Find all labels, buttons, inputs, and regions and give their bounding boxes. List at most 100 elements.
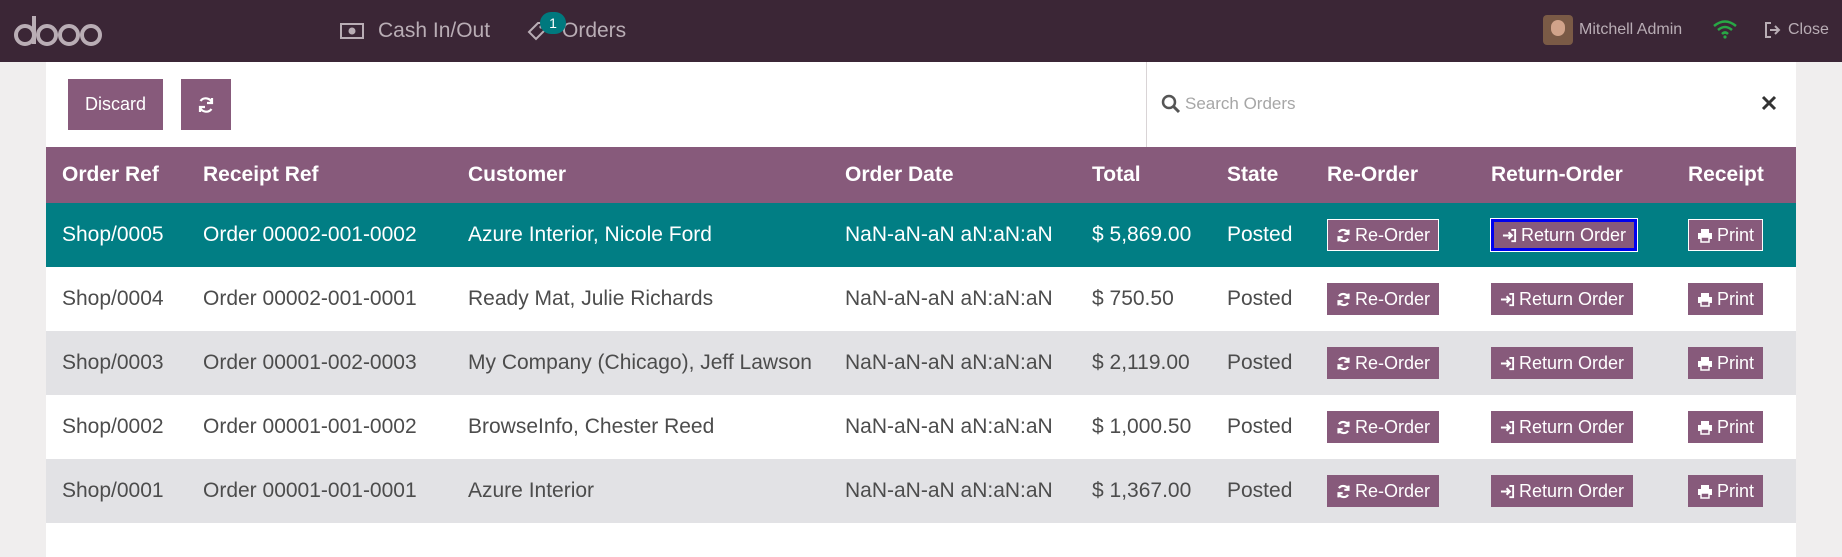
return-cell: Return Order [1475,203,1672,267]
receipt-ref: Order 00001-002-0003 [203,351,417,374]
reorder-button[interactable]: Re-Order [1327,347,1440,379]
close-label: Close [1788,21,1829,38]
orders-table: Order Ref Receipt Ref Customer Order Dat… [46,147,1796,523]
reorder-cell: Re-Order [1311,395,1475,459]
reorder-button[interactable]: Re-Order [1327,475,1440,507]
state: Posted [1227,479,1293,502]
orders-panel: Discard Order Ref Receipt Ref Customer O… [46,62,1796,557]
col-order-ref: Order Ref [62,163,159,186]
avatar [1543,15,1573,45]
print-button[interactable]: Print [1688,283,1764,315]
sign-in-icon [1500,484,1515,498]
receipt-cell: Print [1672,203,1796,267]
reorder-label: Re-Order [1355,224,1431,245]
return-order-button[interactable]: Return Order [1491,475,1634,507]
reorder-button[interactable]: Re-Order [1327,219,1440,251]
control-bar: Discard [46,62,1796,147]
order-date: NaN-aN-aN aN:aN:aN [845,223,1053,246]
col-reorder: Re-Order [1327,163,1419,186]
col-state: State [1227,163,1279,186]
print-icon [1698,292,1712,307]
state: Posted [1227,223,1293,246]
print-icon [1698,420,1712,435]
total: $ 1,000.50 [1092,415,1192,438]
orders-count-badge: 1 [540,12,566,34]
reorder-button[interactable]: Re-Order [1327,283,1440,315]
order-ref: Shop/0002 [62,415,164,438]
state: Posted [1227,351,1293,374]
print-icon [1698,228,1712,243]
table-row[interactable]: Shop/0005 Order 00002-001-0002 Azure Int… [46,203,1796,267]
table-row[interactable]: Shop/0003 Order 00001-002-0003 My Compan… [46,331,1796,395]
table-row[interactable]: Shop/0002 Order 00001-001-0002 BrowseInf… [46,395,1796,459]
reorder-label: Re-Order [1355,416,1431,437]
refresh-button[interactable] [181,79,231,130]
receipt-cell: Print [1672,395,1796,459]
refresh-icon [1337,356,1350,370]
return-cell: Return Order [1475,331,1672,395]
total: $ 5,869.00 [1092,223,1192,246]
return-order-button[interactable]: Return Order [1491,347,1634,379]
nav-orders-label: Orders [562,19,627,42]
reorder-cell: Re-Order [1311,459,1475,523]
table-row[interactable]: Shop/0004 Order 00002-001-0001 Ready Mat… [46,267,1796,331]
order-ref: Shop/0004 [62,287,164,310]
receipt-cell: Print [1672,331,1796,395]
reorder-label: Re-Order [1355,480,1431,501]
order-date: NaN-aN-aN aN:aN:aN [845,479,1053,502]
col-customer: Customer [468,163,567,186]
refresh-icon [1337,292,1350,306]
sign-in-icon [1502,228,1517,242]
print-label: Print [1717,352,1755,373]
order-ref: Shop/0005 [62,223,164,246]
receipt-ref: Order 00002-001-0001 [203,287,417,310]
money-icon [340,22,364,40]
sign-out-icon [1765,22,1781,38]
state: Posted [1227,415,1293,438]
return-cell: Return Order [1475,395,1672,459]
print-button[interactable]: Print [1688,475,1764,507]
total: $ 750.50 [1092,287,1174,310]
col-total: Total [1092,163,1141,186]
return-order-button[interactable]: Return Order [1489,218,1639,252]
customer: BrowseInfo, Chester Reed [468,415,715,438]
print-label: Print [1717,224,1755,245]
clear-search-icon[interactable] [1761,95,1777,111]
search-input[interactable] [1185,84,1745,124]
print-button[interactable]: Print [1688,411,1764,443]
nav-cash-in-out[interactable]: Cash In/Out [340,16,490,46]
nav-cash-label: Cash In/Out [378,19,491,42]
close-button[interactable]: Close [1764,17,1829,43]
order-ref: Shop/0001 [62,479,164,502]
order-ref: Shop/0003 [62,351,164,374]
top-bar: odoo Cash In/Out Orders 1 Mitchell Admin… [0,0,1842,62]
search-icon [1161,94,1181,114]
receipt-ref: Order 00001-001-0001 [203,479,417,502]
user-menu[interactable]: Mitchell Admin [1543,15,1682,45]
refresh-icon [1337,228,1350,242]
total: $ 1,367.00 [1092,479,1192,502]
return-order-button[interactable]: Return Order [1491,283,1634,315]
reorder-label: Re-Order [1355,352,1431,373]
order-date: NaN-aN-aN aN:aN:aN [845,351,1053,374]
refresh-icon [198,96,214,113]
reorder-cell: Re-Order [1311,331,1475,395]
sign-in-icon [1500,292,1515,306]
return-cell: Return Order [1475,459,1672,523]
return-order-button[interactable]: Return Order [1491,411,1634,443]
table-row[interactable]: Shop/0001 Order 00001-001-0001 Azure Int… [46,459,1796,523]
print-button[interactable]: Print [1688,347,1764,379]
col-return-order: Return-Order [1491,163,1623,186]
reorder-label: Re-Order [1355,288,1431,309]
wifi-icon [1713,20,1737,39]
reorder-button[interactable]: Re-Order [1327,411,1440,443]
print-button[interactable]: Print [1688,219,1764,251]
sign-in-icon [1500,420,1515,434]
order-date: NaN-aN-aN aN:aN:aN [845,287,1053,310]
discard-button[interactable]: Discard [68,79,163,130]
reorder-cell: Re-Order [1311,203,1475,267]
refresh-icon [1337,484,1350,498]
print-label: Print [1717,288,1755,309]
order-date: NaN-aN-aN aN:aN:aN [845,415,1053,438]
receipt-cell: Print [1672,267,1796,331]
